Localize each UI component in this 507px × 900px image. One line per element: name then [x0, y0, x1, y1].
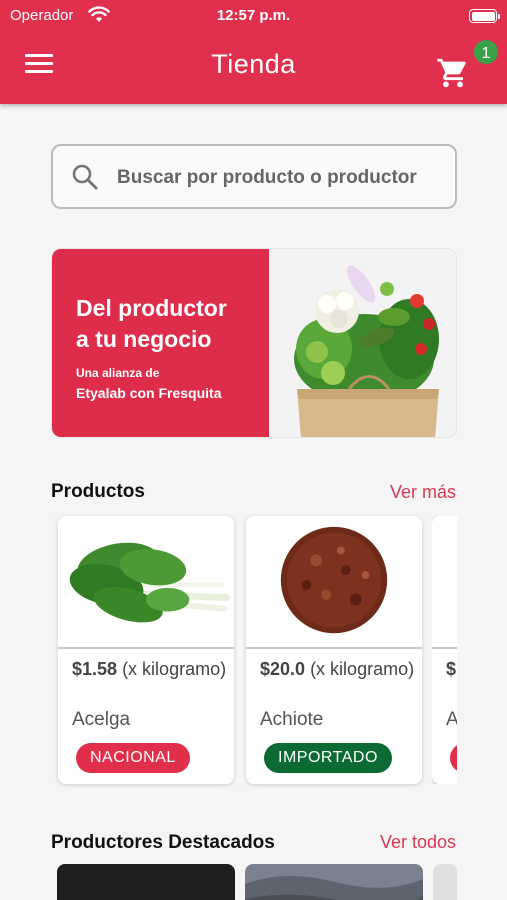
banner-heading-line1: Del productor [76, 295, 227, 321]
product-name: Acelga [72, 709, 131, 730]
page-title: Tienda [211, 49, 296, 79]
product-name: Achiote [260, 709, 324, 730]
products-section-title: Productos [51, 481, 145, 502]
see-all-link[interactable]: Ver todos [380, 832, 456, 853]
producer-card[interactable] [57, 864, 235, 900]
product-card[interactable]: $1.58 (x kilogramo) Acelga NACIONAL [58, 516, 234, 784]
product-price: $ [446, 659, 457, 679]
hamburger-icon [25, 54, 53, 57]
origin-tag: IMPORTADO [264, 743, 392, 773]
product-price: $20.0 (x kilogramo) [260, 659, 415, 679]
cart-count-badge: 1 [472, 38, 500, 66]
product-image [432, 516, 457, 649]
menu-button[interactable] [25, 54, 53, 78]
status-time: 12:57 p.m. [216, 7, 291, 24]
app-bar: Operador 12:57 p.m. Tienda 1 [0, 0, 507, 104]
producers-section-title: Productores Destacados [51, 832, 275, 853]
banner-subtitle: Una alianza de [76, 366, 160, 380]
product-name: A [446, 709, 457, 730]
search-input[interactable]: Buscar por producto o productor [51, 144, 457, 209]
banner-partners: Etyalab con Fresquita [76, 385, 222, 401]
product-card-partial-clip: $ A [432, 516, 457, 784]
promo-banner[interactable]: Del productor a tu negocio Una alianza d… [51, 248, 457, 438]
product-image-acelga [58, 516, 234, 649]
producer-card[interactable] [245, 864, 423, 900]
vegetable-bag-image [269, 249, 456, 437]
product-image-achiote [246, 516, 422, 649]
banner-heading-line2: a tu negocio [76, 326, 212, 352]
product-card[interactable]: $ A [432, 516, 457, 784]
producer-card[interactable] [433, 864, 457, 900]
origin-tag [450, 743, 457, 773]
battery-icon [469, 9, 500, 23]
status-bar: Operador 12:57 p.m. [0, 6, 507, 26]
search-placeholder: Buscar por producto o productor [117, 167, 417, 188]
product-card[interactable]: $20.0 (x kilogramo) Achiote IMPORTADO [246, 516, 422, 784]
product-price: $1.58 (x kilogramo) [72, 659, 227, 679]
cart-icon[interactable] [436, 56, 470, 90]
see-more-link[interactable]: Ver más [390, 482, 456, 503]
banner-text-panel: Del productor a tu negocio Una alianza d… [52, 249, 269, 437]
origin-tag: NACIONAL [76, 743, 190, 773]
search-icon [72, 164, 98, 190]
